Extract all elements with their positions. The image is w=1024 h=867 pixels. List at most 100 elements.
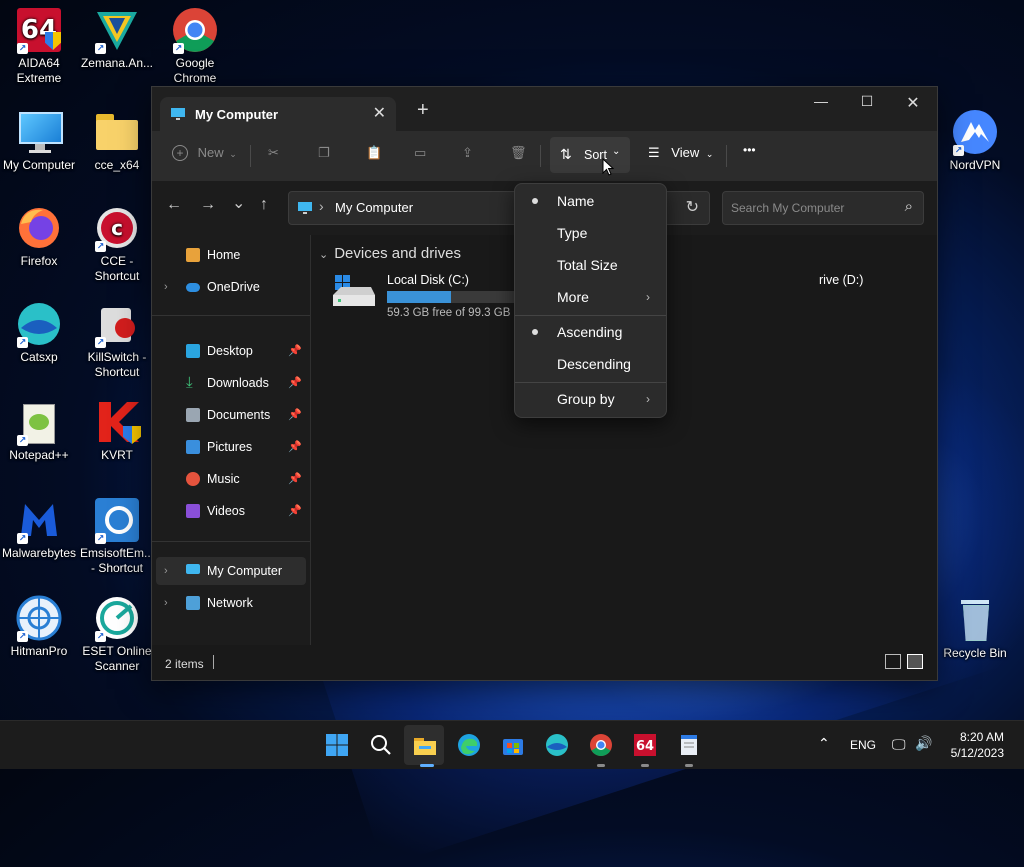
mouse-cursor-icon xyxy=(602,158,614,176)
sidebar-item-music[interactable]: Music 📌 xyxy=(156,465,306,493)
drive-item-d[interactable]: rive (D:) xyxy=(777,273,897,323)
sidebar-item-desktop[interactable]: Desktop 📌 xyxy=(156,337,306,365)
volume-icon[interactable]: 🔊 xyxy=(915,735,932,752)
group-header[interactable]: ⌄ Devices and drives xyxy=(319,245,461,262)
desktop-icon-firefox[interactable]: Firefox xyxy=(0,204,78,269)
search-icon[interactable] xyxy=(369,733,393,757)
clock[interactable]: 8:20 AM 5/12/2023 xyxy=(951,729,1004,761)
sidebar-item-pictures[interactable]: Pictures 📌 xyxy=(156,433,306,461)
desktop-icon-chrome[interactable]: ↗ Google Chrome xyxy=(156,6,234,86)
sort-menu-item-type[interactable]: Type xyxy=(515,218,666,248)
tab-label: My Computer xyxy=(195,107,279,122)
menu-item-label: Type xyxy=(557,225,588,241)
sort-menu-item-total-size[interactable]: Total Size xyxy=(515,250,666,280)
chrome-icon[interactable] xyxy=(589,733,613,757)
sidebar-item-videos[interactable]: Videos 📌 xyxy=(156,497,306,525)
drive-name: rive (D:) xyxy=(819,273,864,287)
sidebar-item-label: Network xyxy=(207,596,253,610)
close-button[interactable]: ✕ xyxy=(890,93,936,113)
desktop-icon-catsxp[interactable]: ↗ Catsxp xyxy=(0,300,78,365)
desktop-icon-cce-x64[interactable]: cce_x64 xyxy=(78,108,156,173)
sidebar-item-my-computer[interactable]: › My Computer xyxy=(156,557,306,585)
menu-item-label: Descending xyxy=(557,356,631,372)
sort-menu-item-name[interactable]: Name xyxy=(515,186,666,216)
tab-close-icon[interactable]: ✕ xyxy=(373,103,386,123)
back-button[interactable]: ← xyxy=(166,196,182,214)
cut-icon[interactable]: ✂ xyxy=(268,145,279,161)
new-label: New xyxy=(197,145,224,160)
breadcrumb-separator: › xyxy=(319,198,324,214)
sort-menu-item-group-by[interactable]: Group by › xyxy=(515,384,666,414)
paste-icon[interactable]: 📋 xyxy=(366,145,382,161)
item-count: 2 items xyxy=(165,657,204,671)
sidebar-item-label: OneDrive xyxy=(207,280,260,294)
desktop-icon-kvrt[interactable]: KVRT xyxy=(78,398,156,463)
minimize-button[interactable]: — xyxy=(798,93,844,109)
view-button[interactable]: ☰ View ⌄ xyxy=(648,145,713,161)
store-icon[interactable] xyxy=(501,733,525,757)
desktop-icon-aida64[interactable]: 64 ↗ AIDA64 Extreme xyxy=(0,6,78,86)
desktop-icon-emsisoft[interactable]: ↗ EmsisoftEm... - Shortcut xyxy=(78,496,156,576)
show-hidden-icons-button[interactable]: ⌃ xyxy=(818,735,830,752)
desktop-icon-my-computer[interactable]: My Computer xyxy=(0,108,78,173)
copy-icon[interactable]: ❐ xyxy=(318,145,330,161)
catsxp-icon[interactable] xyxy=(545,733,569,757)
new-button[interactable]: + New ⌄ xyxy=(172,145,237,161)
svg-text:64: 64 xyxy=(636,739,654,754)
start-button[interactable] xyxy=(325,733,349,757)
desktop-icon-label: NordVPN xyxy=(949,158,1001,172)
sort-menu-item-more[interactable]: More › xyxy=(515,282,666,312)
sidebar-item-onedrive[interactable]: › OneDrive xyxy=(156,273,306,301)
edge-icon[interactable] xyxy=(457,733,481,757)
eset-icon: ↗ xyxy=(93,594,141,642)
menu-item-label: Group by xyxy=(557,391,615,407)
desktop-icon-label: KillSwitch - Shortcut xyxy=(87,350,147,379)
new-tab-button[interactable]: + xyxy=(417,99,429,122)
forward-button[interactable]: → xyxy=(200,196,216,214)
aida64-icon[interactable]: 64 xyxy=(633,733,657,757)
network-icon[interactable]: 🖵 xyxy=(892,736,906,753)
sidebar-item-downloads[interactable]: ⤓ Downloads 📌 xyxy=(156,369,306,397)
language-indicator[interactable]: ENG xyxy=(850,738,876,752)
more-options-icon[interactable]: ••• xyxy=(743,143,756,157)
desktop-icon-cce[interactable]: c ↗ CCE - Shortcut xyxy=(78,204,156,284)
sidebar-item-label: Desktop xyxy=(207,344,253,358)
clock-date: 5/12/2023 xyxy=(950,746,1004,760)
breadcrumb-my-computer[interactable]: My Computer xyxy=(335,200,413,215)
file-explorer-icon[interactable] xyxy=(413,733,437,757)
sidebar-item-documents[interactable]: Documents 📌 xyxy=(156,401,306,429)
sidebar-item-home[interactable]: Home xyxy=(156,241,306,269)
up-button[interactable]: ↑ xyxy=(260,196,268,214)
tab-my-computer[interactable]: My Computer ✕ xyxy=(160,97,396,131)
tiles-view-icon[interactable] xyxy=(907,654,923,669)
desktop-icon-zemana[interactable]: ↗ Zemana.An... xyxy=(78,6,156,71)
maximize-button[interactable]: ☐ xyxy=(844,93,890,110)
search-box[interactable]: Search My Computer ⌕ xyxy=(722,191,924,225)
sort-menu-item-ascending[interactable]: Ascending xyxy=(515,317,666,347)
share-icon[interactable]: ⇪ xyxy=(462,145,473,161)
notepad-icon[interactable] xyxy=(677,733,701,757)
desktop-icon-hitmanpro[interactable]: ↗ HitmanPro xyxy=(0,594,78,659)
sort-menu-item-descending[interactable]: Descending xyxy=(515,349,666,379)
divider xyxy=(152,541,310,542)
sidebar-item-network[interactable]: › Network xyxy=(156,589,306,617)
hitmanpro-icon: ↗ xyxy=(15,594,63,642)
desktop-icon-killswitch[interactable]: ↗ KillSwitch - Shortcut xyxy=(78,300,156,380)
details-view-icon[interactable] xyxy=(885,654,901,669)
delete-icon[interactable]: 🗑 xyxy=(510,145,527,161)
search-icon[interactable]: ⌕ xyxy=(905,198,913,215)
rename-icon[interactable]: ▭ xyxy=(414,145,426,161)
sort-button[interactable]: ⇅ Sort ⌄ xyxy=(550,137,630,173)
desktop-icon-nordvpn[interactable]: ↗ NordVPN xyxy=(936,108,1014,173)
running-indicator xyxy=(641,764,649,767)
refresh-icon[interactable]: ↻ xyxy=(686,197,699,217)
running-indicator xyxy=(685,764,693,767)
desktop-icon-label: KVRT xyxy=(101,448,133,462)
recent-locations-button[interactable]: ⌄ xyxy=(232,193,245,213)
firefox-icon xyxy=(15,204,63,252)
desktop-icon-malwarebytes[interactable]: ↗ Malwarebytes xyxy=(0,496,78,561)
desktop-icon-eset[interactable]: ↗ ESET Online Scanner xyxy=(78,594,156,674)
desktop-icon-notepadpp[interactable]: ↗ Notepad++ xyxy=(0,398,78,463)
drive-usage-fill xyxy=(387,291,451,303)
desktop-icon-recycle-bin[interactable]: Recycle Bin xyxy=(936,596,1014,661)
